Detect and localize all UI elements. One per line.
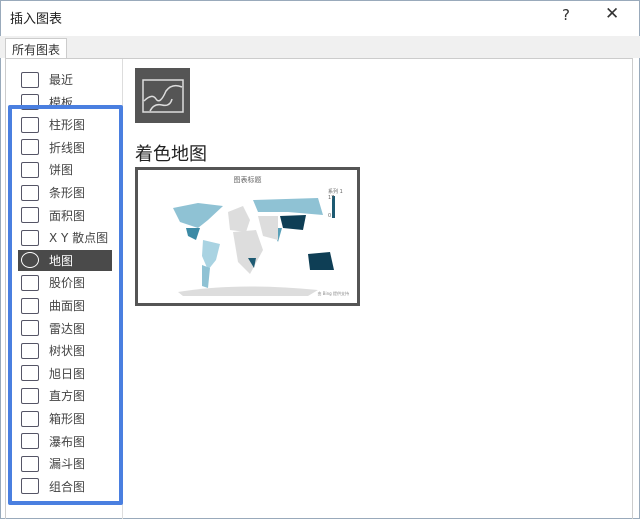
filled-map-thumbnail[interactable]: [135, 68, 190, 123]
highlight-box: [8, 105, 123, 505]
close-button[interactable]: ✕: [605, 4, 619, 24]
chart-type-heading: 着色地图: [135, 140, 207, 166]
sidebar-item[interactable]: 最近: [18, 69, 112, 90]
legend-min: 0: [328, 213, 331, 219]
map-icon: [142, 79, 184, 113]
tab-all-charts[interactable]: 所有图表: [5, 38, 67, 59]
tab-bar: [0, 36, 640, 58]
legend-max: 17: [328, 195, 334, 201]
help-button[interactable]: ?: [562, 6, 570, 24]
world-map: [138, 170, 357, 303]
attribution: 由 Bing 提供支持: [318, 291, 349, 297]
sidebar-item-label: 最近: [49, 71, 73, 88]
dialog-title: 插入图表: [10, 8, 62, 27]
legend: 系列 1170: [328, 188, 343, 219]
undo-icon: [21, 72, 39, 88]
chart-preview[interactable]: 图表标题 系列 1170 由 Bing 提供支持: [135, 167, 360, 306]
